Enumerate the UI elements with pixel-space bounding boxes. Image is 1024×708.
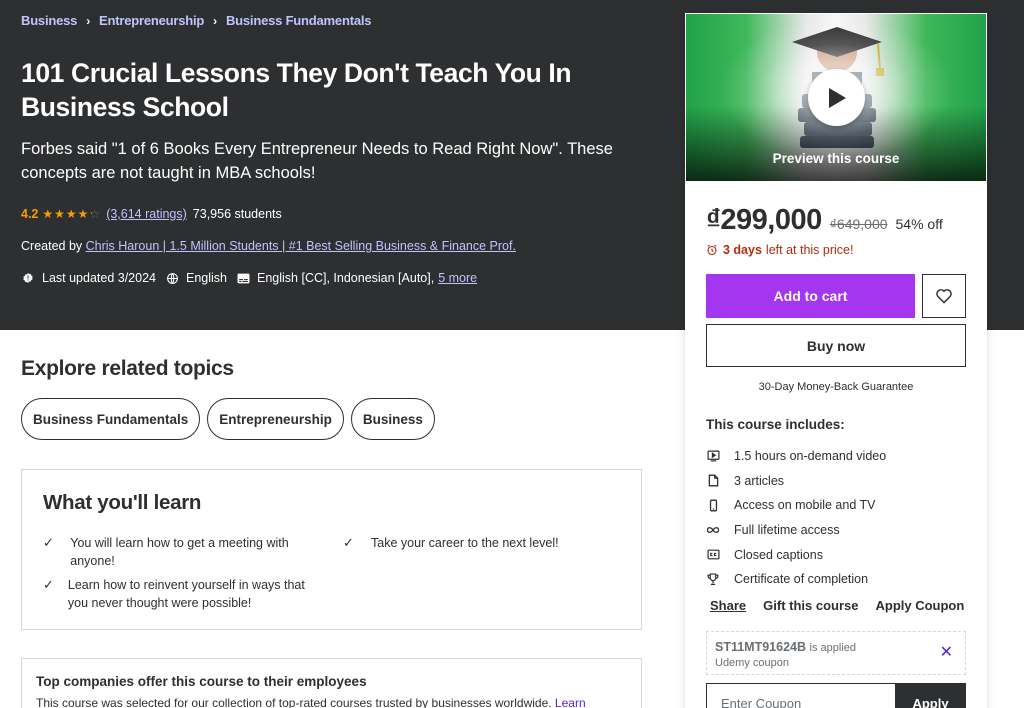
play-icon[interactable] <box>808 69 865 126</box>
list-item: Full lifetime access <box>706 518 886 543</box>
instructor-link[interactable]: Chris Haroun | 1.5 Million Students | #1… <box>86 239 516 253</box>
breadcrumb-item-entrepreneurship[interactable]: Entrepreneurship <box>99 13 204 28</box>
breadcrumb: Business › Entrepreneurship › Business F… <box>21 13 371 28</box>
original-price: ₫649,000 <box>829 216 888 232</box>
wishlist-button[interactable] <box>922 274 966 318</box>
discount-badge: 54% off <box>895 216 943 232</box>
coupon-code-row: ST11MT91624B is applied <box>715 640 856 654</box>
what-you-learn-title: What you'll learn <box>43 491 202 514</box>
sidebar-links: Share Gift this course Apply Coupon <box>710 598 981 613</box>
learn-item: ✓ Take your career to the next level! <box>343 534 623 552</box>
learn-item: ✓ Learn how to reinvent yourself in ways… <box>43 576 323 612</box>
top-companies-title: Top companies offer this course to their… <box>36 674 367 689</box>
coupon-applied-text: is applied <box>809 642 856 654</box>
includes-title: This course includes: <box>706 417 845 432</box>
timer-days: 3 days <box>723 243 762 257</box>
topic-pill-business-fundamentals[interactable]: Business Fundamentals <box>21 398 201 440</box>
last-updated: Last updated 3/2024 <box>42 271 156 285</box>
explore-topics-title: Explore related topics <box>21 357 234 380</box>
learn-more-link[interactable]: Learn <box>555 696 586 708</box>
video-icon <box>706 449 720 463</box>
list-item: Certificate of completion <box>706 567 886 592</box>
list-item: Access on mobile and TV <box>706 493 886 518</box>
chevron-right-icon: › <box>213 13 217 28</box>
top-companies-text: This course was selected for our collect… <box>36 696 586 708</box>
include-label: Access on mobile and TV <box>734 498 876 513</box>
learn-item-text: Learn how to reinvent yourself in ways t… <box>67 578 305 610</box>
learn-item: ✓ You will learn how to get a meeting wi… <box>43 534 323 570</box>
topic-pills: Business Fundamentals Entrepreneurship B… <box>21 398 442 440</box>
top-companies-box: Top companies offer this course to their… <box>21 658 642 708</box>
money-back-guarantee: 30-Day Money-Back Guarantee <box>758 381 914 393</box>
add-to-cart-button[interactable]: Add to cart <box>706 274 915 318</box>
include-label: 1.5 hours on-demand video <box>734 449 887 464</box>
checkmark-icon: ✓ <box>43 577 54 592</box>
learn-item-text: Take your career to the next level! <box>371 536 559 550</box>
rating-row: 4.2 ★★★★☆★ (3,614 ratings) 73,956 studen… <box>21 207 282 221</box>
applied-coupon: ST11MT91624B is applied Udemy coupon ✕ <box>706 631 966 675</box>
closed-captions-icon <box>706 548 720 562</box>
globe-icon <box>165 271 179 285</box>
rating-score: 4.2 <box>21 207 39 221</box>
checkmark-icon: ✓ <box>43 535 54 550</box>
topic-pill-entrepreneurship[interactable]: Entrepreneurship <box>207 398 344 440</box>
course-subtitle: Forbes said "1 of 6 Books Every Entrepre… <box>21 140 613 182</box>
purchase-sidebar: Preview this course ₫299,000 ₫649,000 54… <box>685 13 987 708</box>
share-button[interactable]: Share <box>710 598 746 613</box>
file-icon <box>706 474 720 488</box>
students-count: 73,956 students <box>192 207 282 221</box>
created-by: Created by Chris Haroun | 1.5 Million St… <box>21 239 516 253</box>
learn-item-text: You will learn how to get a meeting with… <box>70 536 289 568</box>
breadcrumb-item-business-fundamentals[interactable]: Business Fundamentals <box>226 13 372 28</box>
list-item: 3 articles <box>706 469 886 494</box>
close-icon[interactable]: ✕ <box>940 645 953 661</box>
preview-label: Preview this course <box>772 151 900 166</box>
closed-captions-icon <box>236 271 250 285</box>
alert-badge-icon <box>21 271 35 285</box>
breadcrumb-item-business[interactable]: Business <box>21 13 77 28</box>
alarm-clock-icon <box>706 244 718 256</box>
apply-coupon-submit-button[interactable]: Apply <box>895 683 966 708</box>
coupon-type: Udemy coupon <box>715 657 789 669</box>
more-languages-link[interactable]: 5 more <box>438 271 477 285</box>
include-label: 3 articles <box>734 473 785 488</box>
infinity-icon <box>706 523 720 537</box>
caption-languages: English [CC], Indonesian [Auto], <box>257 271 435 285</box>
course-language: English <box>186 271 227 285</box>
timer-text: left at this price! <box>765 243 854 257</box>
include-label: Certificate of completion <box>734 572 869 587</box>
coupon-input[interactable] <box>706 683 895 708</box>
what-you-learn-box: What you'll learn ✓ You will learn how t… <box>21 469 642 630</box>
course-title: 101 Crucial Lessons They Don't Teach You… <box>21 58 572 122</box>
checkmark-icon: ✓ <box>343 535 354 550</box>
apply-coupon-button[interactable]: Apply Coupon <box>876 598 965 613</box>
course-preview[interactable]: Preview this course <box>685 13 987 182</box>
buy-now-button[interactable]: Buy now <box>706 324 966 367</box>
top-companies-description: This course was selected for our collect… <box>36 696 552 708</box>
price-timer: 3 days left at this price! <box>706 243 853 257</box>
list-item: Closed captions <box>706 542 886 567</box>
gift-course-button[interactable]: Gift this course <box>763 598 858 613</box>
star-rating-icon: ★★★★☆★ <box>42 207 102 221</box>
topic-pill-business[interactable]: Business <box>350 398 435 440</box>
price-row: ₫299,000 ₫649,000 54% off <box>706 204 943 237</box>
include-label: Full lifetime access <box>734 523 840 538</box>
trophy-icon <box>706 572 720 586</box>
list-item: 1.5 hours on-demand video <box>706 444 886 469</box>
course-meta: Last updated 3/2024 English English [CC]… <box>21 271 477 285</box>
heart-icon <box>936 289 952 304</box>
mobile-icon <box>706 498 720 512</box>
rating-count-link[interactable]: (3,614 ratings) <box>106 207 187 221</box>
created-by-label: Created by <box>21 239 83 253</box>
chevron-right-icon: › <box>86 13 90 28</box>
includes-list: 1.5 hours on-demand video 3 articles Acc… <box>706 444 886 592</box>
coupon-code: ST11MT91624B <box>715 640 807 654</box>
include-label: Closed captions <box>734 547 823 562</box>
current-price: ₫299,000 <box>706 204 822 236</box>
